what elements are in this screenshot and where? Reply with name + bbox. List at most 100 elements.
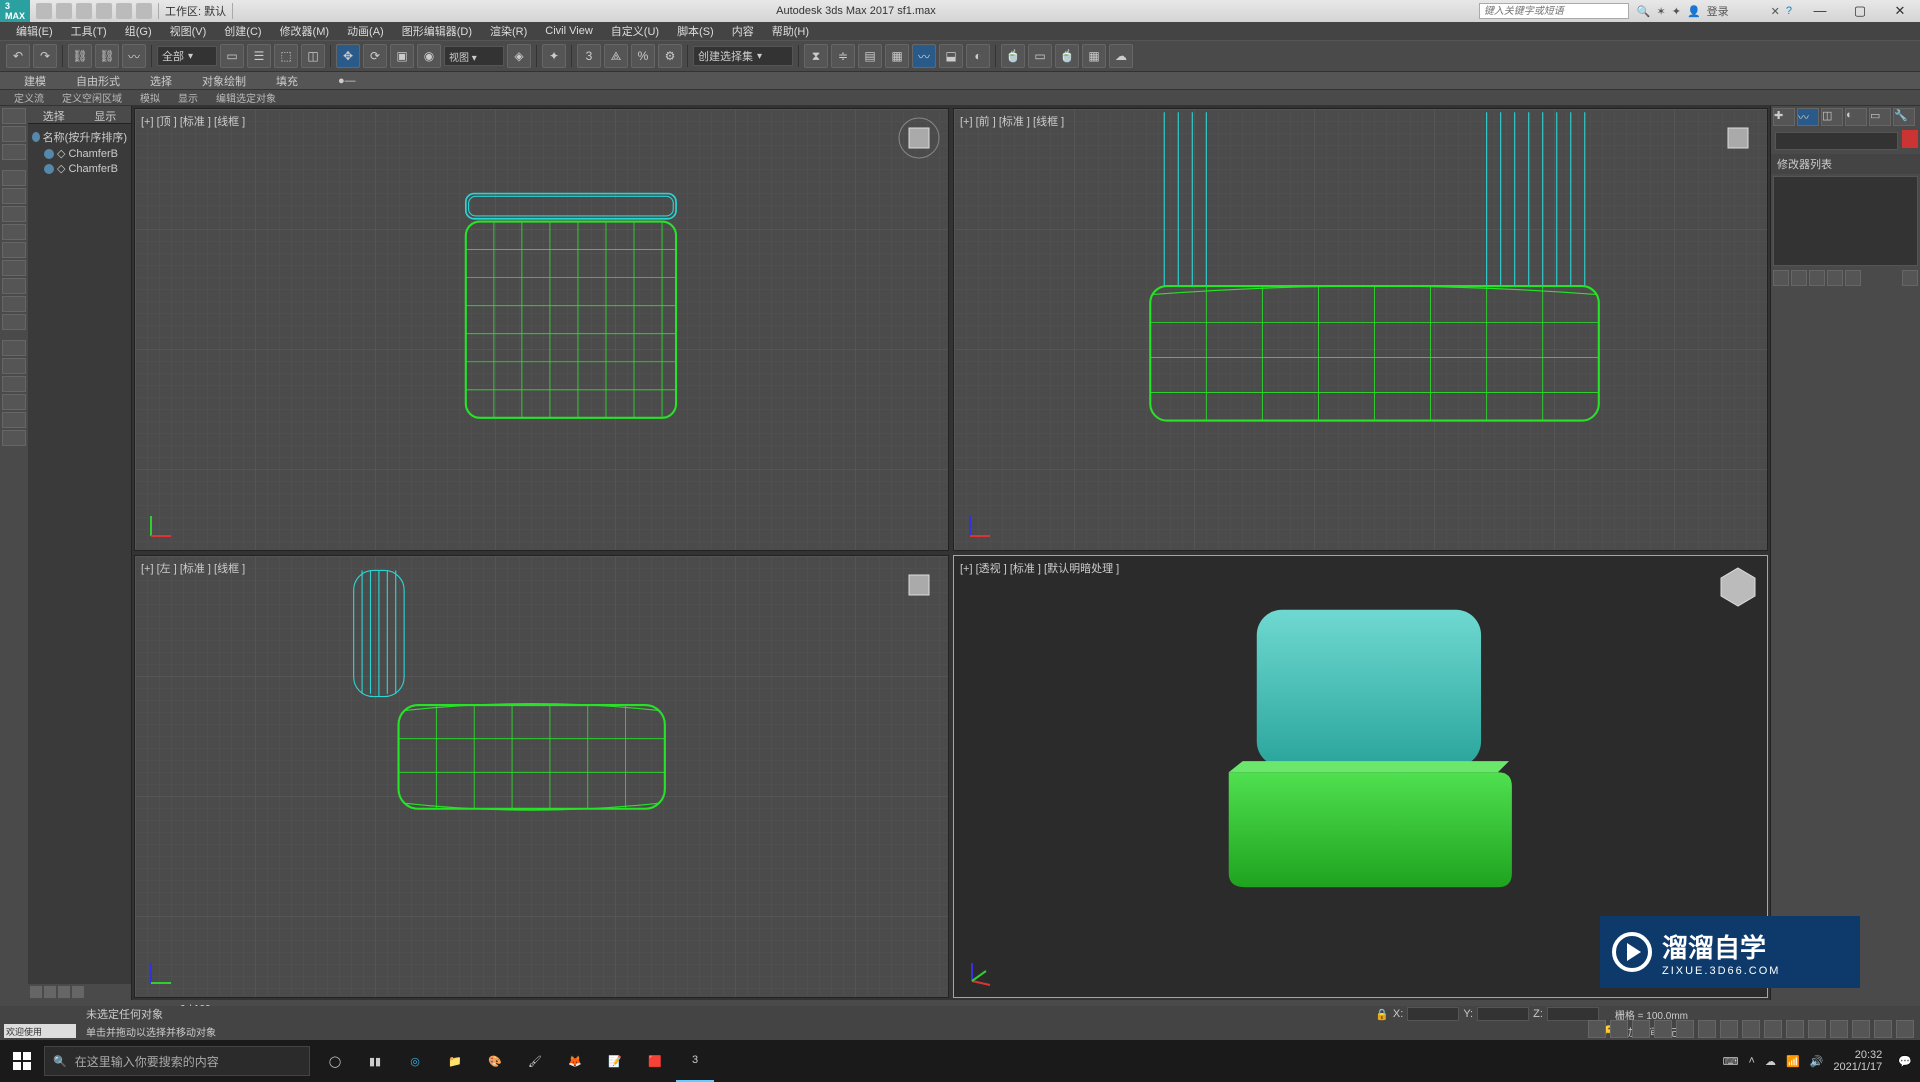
se-tool-15[interactable] <box>2 376 26 392</box>
next-frame-button[interactable] <box>1720 1020 1738 1038</box>
scene-tab-select[interactable]: 选择 <box>28 106 80 123</box>
close-button[interactable]: ✕ <box>1880 3 1920 19</box>
subscription-icon[interactable]: ✶ <box>1657 5 1666 18</box>
onedrive-icon[interactable]: ☁ <box>1765 1055 1776 1068</box>
scene-tab-display[interactable]: 显示 <box>80 106 132 123</box>
remove-modifier-icon[interactable] <box>1827 270 1843 286</box>
viewport-label[interactable]: [+] [顶 ] [标准 ] [线框 ] <box>141 113 245 129</box>
firefox-icon[interactable]: 🦊 <box>556 1040 594 1082</box>
maxscript-listener[interactable]: 欢迎使用 MAXScr <box>4 1024 76 1038</box>
menu-bar[interactable]: 编辑(E) 工具(T) 组(G) 视图(V) 创建(C) 修改器(M) 动画(A… <box>0 22 1920 40</box>
select-scale-button[interactable]: ▣ <box>390 44 414 68</box>
se-tool-17[interactable] <box>2 412 26 428</box>
curve-editor-button[interactable]: 〰 <box>912 44 936 68</box>
orbit-button[interactable] <box>1874 1020 1892 1038</box>
rendered-frame-button[interactable]: ▭ <box>1028 44 1052 68</box>
menu-create[interactable]: 创建(C) <box>216 22 269 40</box>
taskbar-clock[interactable]: 20:32 2021/1/17 <box>1833 1049 1888 1073</box>
minimize-button[interactable]: — <box>1800 3 1840 19</box>
se-tool-7[interactable] <box>2 224 26 240</box>
notes-icon[interactable]: 📝 <box>596 1040 634 1082</box>
rect-select-button[interactable]: ⬚ <box>274 44 298 68</box>
select-by-name-button[interactable]: ☰ <box>247 44 271 68</box>
volume-icon[interactable]: 🔊 <box>1810 1055 1824 1068</box>
qat-open-icon[interactable] <box>56 3 72 19</box>
show-end-result-icon[interactable] <box>1791 270 1807 286</box>
app2-icon[interactable]: 🟥 <box>636 1040 674 1082</box>
layer-explorer-button[interactable]: ▤ <box>858 44 882 68</box>
menu-maxscript[interactable]: 脚本(S) <box>669 22 722 40</box>
menu-tools[interactable]: 工具(T) <box>63 22 115 40</box>
material-editor-button[interactable]: ◐ <box>966 44 990 68</box>
cp-create-tab[interactable]: ✚ <box>1773 108 1795 126</box>
select-place-button[interactable]: ◉ <box>417 44 441 68</box>
edge-icon[interactable]: ◎ <box>396 1040 434 1082</box>
windows-taskbar[interactable]: 🔍 在这里输入你要搜索的内容 ◯ ▮▮ ◎ 📁 🎨 🖌 🦊 📝 🟥 3 ⌨ ˄ … <box>0 1040 1920 1082</box>
subr-flow[interactable]: 定义流 <box>6 90 52 105</box>
menu-content[interactable]: 内容 <box>724 22 762 40</box>
mirror-button[interactable]: ⧗ <box>804 44 828 68</box>
se-tool-8[interactable] <box>2 242 26 258</box>
se-tool-2[interactable] <box>2 126 26 142</box>
prev-frame-button[interactable] <box>1676 1020 1694 1038</box>
se-tool-1[interactable] <box>2 108 26 124</box>
render-iterative-button[interactable]: ▦ <box>1082 44 1106 68</box>
subr-edit[interactable]: 编辑选定对象 <box>208 90 284 105</box>
window-crossing-button[interactable]: ◫ <box>301 44 325 68</box>
cp-motion-tab[interactable]: ◐ <box>1845 108 1867 126</box>
ribbon-toggle-icon[interactable]: ●— <box>324 74 370 88</box>
menu-edit[interactable]: 编辑(E) <box>8 22 61 40</box>
undo-button[interactable]: ↶ <box>6 44 30 68</box>
tray-up-icon[interactable]: ˄ <box>1749 1055 1755 1067</box>
zoom-all-button[interactable] <box>1786 1020 1804 1038</box>
scene-header-row[interactable]: 名称(按升序排序) <box>32 128 127 146</box>
toggle-ribbon-button[interactable]: ▦ <box>885 44 909 68</box>
menu-view[interactable]: 视图(V) <box>162 22 215 40</box>
qat-save-icon[interactable] <box>76 3 92 19</box>
menu-rendering[interactable]: 渲染(R) <box>482 22 535 40</box>
subr-idle[interactable]: 定义空闲区域 <box>54 90 130 105</box>
infocenter-search[interactable] <box>1479 3 1629 19</box>
select-move-button[interactable]: ✥ <box>336 44 360 68</box>
start-button[interactable] <box>0 1040 44 1082</box>
select-object-button[interactable]: ▭ <box>220 44 244 68</box>
pin-stack-icon[interactable] <box>1773 270 1789 286</box>
menu-animation[interactable]: 动画(A) <box>339 22 392 40</box>
ref-coord-system[interactable]: 视图 ▾ <box>444 46 504 66</box>
ime-icon[interactable]: ⌨ <box>1723 1055 1739 1068</box>
qat-redo-icon[interactable] <box>116 3 132 19</box>
selection-filter[interactable]: 全部▾ <box>157 46 217 66</box>
se-tool-14[interactable] <box>2 358 26 374</box>
render-production-button[interactable]: 🍵 <box>1055 44 1079 68</box>
se-tool-11[interactable] <box>2 296 26 312</box>
object-color-swatch[interactable] <box>1902 130 1918 148</box>
3dsmax-taskbar-icon[interactable]: 3 <box>676 1040 714 1082</box>
taskbar-search[interactable]: 🔍 在这里输入你要搜索的内容 <box>44 1046 310 1076</box>
goto-start-button[interactable] <box>1654 1020 1672 1038</box>
render-cloud-button[interactable]: ☁ <box>1109 44 1133 68</box>
explorer-icon[interactable]: 📁 <box>436 1040 474 1082</box>
notifications-icon[interactable]: 💬 <box>1898 1055 1912 1068</box>
app-icon[interactable]: 🖌 <box>516 1040 554 1082</box>
signin-icon[interactable]: 👤 <box>1687 5 1701 18</box>
percent-snap-button[interactable]: % <box>631 44 655 68</box>
viewcube-icon[interactable] <box>1715 562 1761 608</box>
se-tool-6[interactable] <box>2 206 26 222</box>
viewcube-icon[interactable] <box>1715 115 1761 161</box>
favorites-icon[interactable]: ✕ <box>1771 5 1780 18</box>
menu-modifiers[interactable]: 修改器(M) <box>272 22 338 40</box>
ribbon-populate[interactable]: 填充 <box>262 72 312 90</box>
schematic-view-button[interactable]: ⬓ <box>939 44 963 68</box>
stack-options-icon[interactable] <box>1902 270 1918 286</box>
wifi-icon[interactable]: 📶 <box>1786 1055 1800 1068</box>
signin-label[interactable]: 登录 <box>1707 3 1729 19</box>
task-view-icon[interactable]: ◯ <box>316 1040 354 1082</box>
se-tool-12[interactable] <box>2 314 26 330</box>
exchange-icon[interactable]: ✦ <box>1672 5 1681 18</box>
configure-sets-icon[interactable] <box>1845 270 1861 286</box>
viewport-left[interactable]: [+] [左 ] [标准 ] [线框 ] <box>134 555 949 998</box>
cp-display-tab[interactable]: ▭ <box>1869 108 1891 126</box>
object-name-field[interactable] <box>1775 132 1898 150</box>
se-tool-4[interactable] <box>2 170 26 186</box>
cp-utilities-tab[interactable]: 🔧 <box>1893 108 1915 126</box>
